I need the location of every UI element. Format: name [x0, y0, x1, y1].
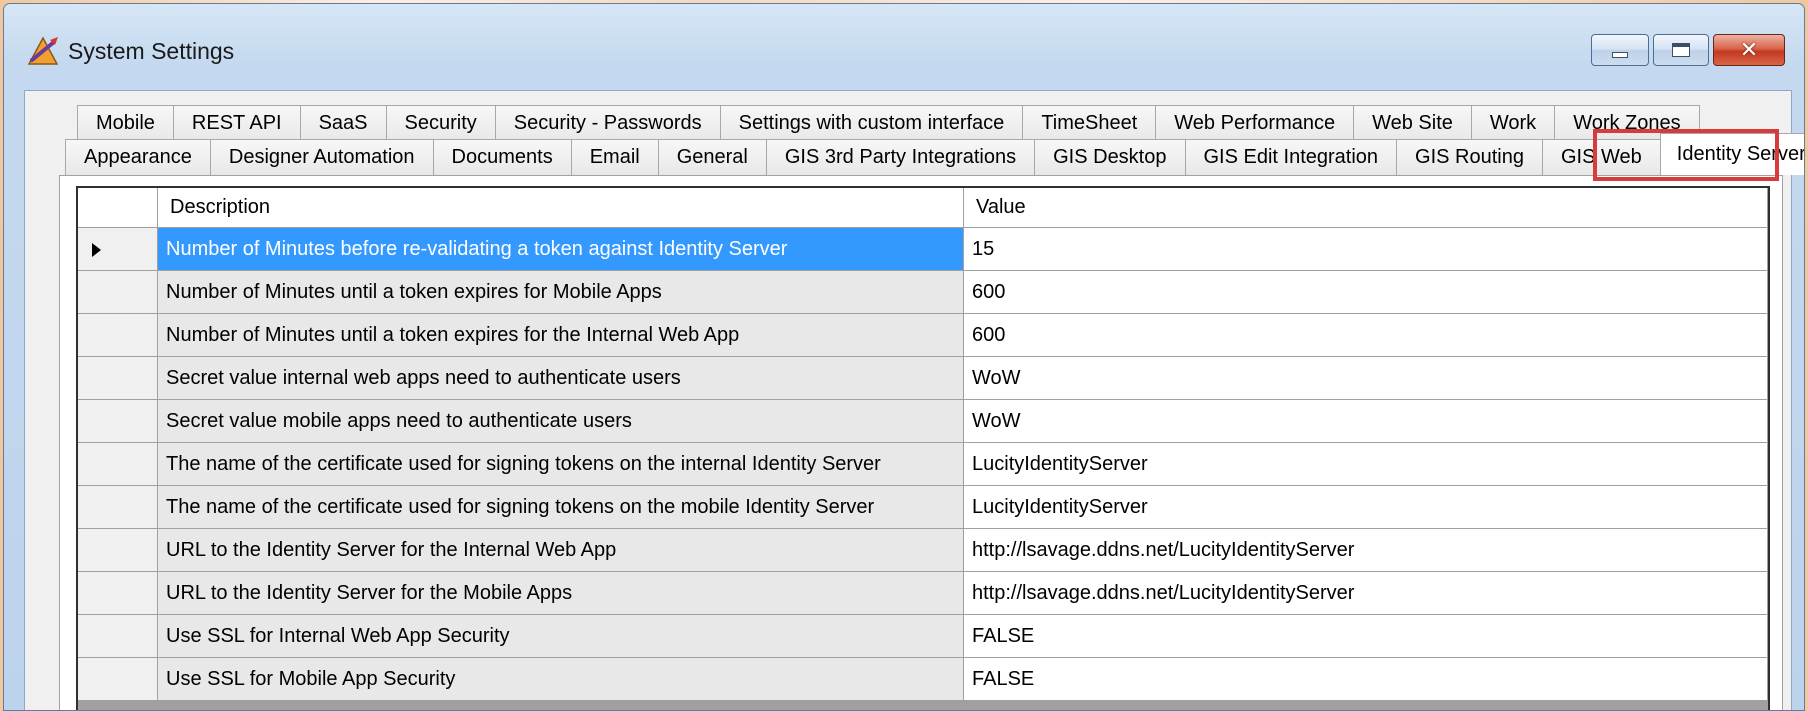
description-cell[interactable]: The name of the certificate used for sig…	[158, 486, 964, 529]
tab-web-site[interactable]: Web Site	[1353, 105, 1472, 141]
row-selector[interactable]	[78, 486, 158, 529]
tab-web-performance[interactable]: Web Performance	[1155, 105, 1355, 141]
row-selector[interactable]	[78, 572, 158, 615]
table-row[interactable]: Secret value internal web apps need to a…	[78, 357, 1768, 400]
close-button[interactable]: ✕	[1713, 34, 1785, 66]
tab-gis-routing[interactable]: GIS Routing	[1396, 139, 1543, 175]
row-selector[interactable]	[78, 271, 158, 314]
description-cell[interactable]: URL to the Identity Server for the Inter…	[158, 529, 964, 572]
value-cell[interactable]: FALSE	[964, 615, 1768, 658]
grid-header: Description Value	[78, 188, 1768, 228]
value-cell[interactable]: http://lsavage.ddns.net/LucityIdentitySe…	[964, 572, 1768, 615]
table-row[interactable]: Secret value mobile apps need to authent…	[78, 400, 1768, 443]
tab-work[interactable]: Work	[1470, 105, 1556, 141]
column-header-description[interactable]: Description	[158, 188, 964, 228]
tab-gis-desktop[interactable]: GIS Desktop	[1034, 139, 1186, 175]
row-selector[interactable]	[78, 615, 158, 658]
description-cell[interactable]: Number of Minutes until a token expires …	[158, 271, 964, 314]
table-row[interactable]: The name of the certificate used for sig…	[78, 486, 1768, 529]
description-cell[interactable]: The name of the certificate used for sig…	[158, 443, 964, 486]
table-row[interactable]: Use SSL for Internal Web App Security FAL…	[78, 615, 1768, 658]
value-cell[interactable]: LucityIdentityServer	[964, 443, 1768, 486]
tab-page-identity-server: Description Value Number of Minutes befo…	[59, 175, 1783, 710]
table-row[interactable]: URL to the Identity Server for the Mobil…	[78, 572, 1768, 615]
table-row[interactable]: URL to the Identity Server for the Inter…	[78, 529, 1768, 572]
table-row[interactable]: Use SSL for Mobile App Security FALSE	[78, 658, 1768, 701]
tab-identity-server[interactable]: Identity Server	[1659, 133, 1804, 175]
tab-documents[interactable]: Documents	[432, 139, 572, 175]
value-cell[interactable]: http://lsavage.ddns.net/LucityIdentitySe…	[964, 529, 1768, 572]
settings-grid: Description Value Number of Minutes befo…	[76, 186, 1770, 710]
tab-gis-web[interactable]: GIS Web	[1542, 139, 1661, 175]
tab-security[interactable]: Security	[385, 105, 496, 141]
app-icon	[27, 36, 59, 65]
tab-saas[interactable]: SaaS	[299, 105, 387, 141]
tab-security-passwords[interactable]: Security - Passwords	[494, 105, 721, 141]
tab-row-front: Appearance Designer Automation Documents…	[65, 133, 1804, 175]
description-cell[interactable]: Use SSL for Mobile App Security	[158, 658, 964, 701]
value-cell[interactable]: FALSE	[964, 658, 1768, 701]
tab-mobile[interactable]: Mobile	[77, 105, 174, 141]
settings-panel: Mobile REST API SaaS Security Security -…	[24, 90, 1804, 710]
row-selector[interactable]	[78, 228, 158, 271]
tab-settings-custom-interface[interactable]: Settings with custom interface	[719, 105, 1024, 141]
value-cell[interactable]: 600	[964, 314, 1768, 357]
tab-row-back: Mobile REST API SaaS Security Security -…	[77, 105, 1700, 141]
description-cell[interactable]: URL to the Identity Server for the Mobil…	[158, 572, 964, 615]
close-icon: ✕	[1739, 37, 1759, 63]
maximize-button[interactable]	[1653, 34, 1709, 66]
value-cell[interactable]: WoW	[964, 357, 1768, 400]
minimize-icon	[1612, 52, 1628, 58]
row-selector[interactable]	[78, 400, 158, 443]
table-row[interactable]: Number of Minutes until a token expires …	[78, 314, 1768, 357]
value-cell[interactable]: LucityIdentityServer	[964, 486, 1768, 529]
column-header-value[interactable]: Value	[964, 188, 1768, 228]
value-cell[interactable]: WoW	[964, 400, 1768, 443]
row-selector[interactable]	[78, 314, 158, 357]
minimize-button[interactable]	[1591, 34, 1649, 66]
row-selector[interactable]	[78, 443, 158, 486]
description-cell[interactable]: Use SSL for Internal Web App Security	[158, 615, 964, 658]
system-settings-window: System Settings ✕ Mobile REST API SaaS S…	[3, 3, 1805, 711]
description-cell[interactable]: Number of Minutes until a token expires …	[158, 314, 964, 357]
tab-timesheet[interactable]: TimeSheet	[1022, 105, 1157, 141]
row-selector[interactable]	[78, 357, 158, 400]
table-row[interactable]: Number of Minutes before re-validating a…	[78, 228, 1768, 271]
table-row[interactable]: The name of the certificate used for sig…	[78, 443, 1768, 486]
window-title: System Settings	[68, 38, 235, 64]
tab-rest-api[interactable]: REST API	[172, 105, 301, 141]
value-cell[interactable]: 600	[964, 271, 1768, 314]
tab-general[interactable]: General	[657, 139, 767, 175]
tab-appearance[interactable]: Appearance	[65, 139, 211, 175]
tab-email[interactable]: Email	[570, 139, 659, 175]
table-row[interactable]: Number of Minutes until a token expires …	[78, 271, 1768, 314]
description-cell[interactable]: Secret value mobile apps need to authent…	[158, 400, 964, 443]
row-selector[interactable]	[78, 658, 158, 701]
tab-gis-3rd-party[interactable]: GIS 3rd Party Integrations	[765, 139, 1036, 175]
tab-designer-automation[interactable]: Designer Automation	[209, 139, 434, 175]
current-row-arrow-icon	[92, 243, 101, 257]
description-cell[interactable]: Number of Minutes before re-validating a…	[158, 228, 964, 271]
value-cell[interactable]: 15	[964, 228, 1768, 271]
maximize-icon	[1672, 43, 1690, 57]
title-bar[interactable]: System Settings ✕	[4, 4, 1804, 90]
tab-gis-edit-integration[interactable]: GIS Edit Integration	[1184, 139, 1398, 175]
row-selector[interactable]	[78, 529, 158, 572]
row-header-corner[interactable]	[78, 188, 158, 228]
description-cell[interactable]: Secret value internal web apps need to a…	[158, 357, 964, 400]
